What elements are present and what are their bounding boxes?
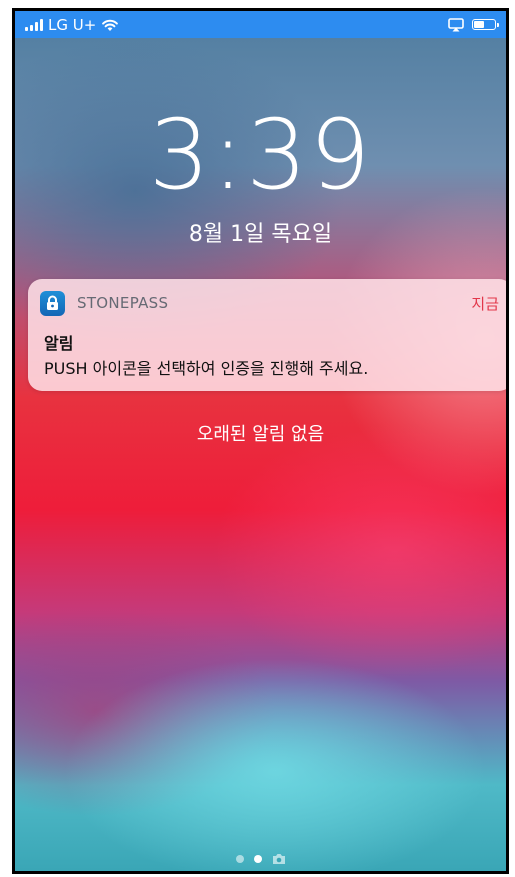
battery-icon	[472, 19, 499, 30]
battery-level	[474, 21, 484, 28]
wifi-icon	[102, 19, 119, 31]
status-left: LG U+	[25, 16, 119, 34]
airplay-icon	[448, 17, 464, 31]
notification-app-name: STONEPASS	[77, 294, 169, 312]
status-right	[448, 17, 499, 32]
lock-screen: LG U+ 3:39 8월 1일 목요일 STONEPASS 지금 알림 PUS…	[12, 8, 509, 874]
signal-icon	[25, 18, 43, 31]
page-dot-1[interactable]	[235, 855, 244, 863]
notification-time: 지금	[471, 294, 499, 313]
lock-date: 8월 1일 목요일	[188, 222, 333, 247]
notification-card[interactable]: STONEPASS 지금 알림 PUSH 아이콘을 선택하여 인증을 진행해 주…	[28, 279, 506, 391]
lock-clock: 3:39	[148, 99, 373, 211]
notification-title: 알림	[44, 334, 74, 353]
status-bar: LG U+	[15, 11, 506, 38]
page-indicator[interactable]	[15, 853, 506, 865]
camera-icon[interactable]	[272, 853, 286, 865]
no-older-notifications: 오래된 알림 없음	[196, 424, 325, 445]
carrier-label: LG U+	[48, 15, 97, 34]
lock-app-icon	[40, 290, 65, 316]
page-dot-2[interactable]	[253, 855, 262, 863]
notification-body: PUSH 아이콘을 선택하여 인증을 진행해 주세요.	[44, 359, 369, 378]
notification-header: STONEPASS 지금	[40, 290, 499, 316]
